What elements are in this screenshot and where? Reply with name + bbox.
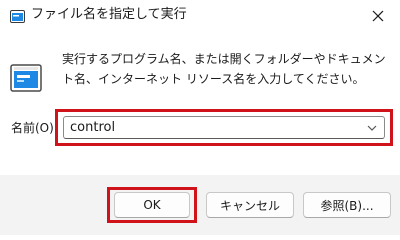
run-program-icon	[10, 62, 42, 94]
open-input[interactable]	[70, 120, 360, 136]
close-icon	[372, 10, 384, 22]
open-combobox[interactable]	[63, 116, 385, 139]
button-bar: OK キャンセル 参照(B)...	[0, 175, 400, 235]
run-dialog: ファイル名を指定して実行 実行するプログラム名、または開くフォルダーやドキュメン…	[0, 0, 400, 235]
open-label: 名前(O):	[11, 121, 58, 135]
browse-button[interactable]: 参照(B)...	[303, 192, 391, 218]
ok-highlight-box: OK	[107, 187, 197, 223]
title-bar: ファイル名を指定して実行	[0, 0, 400, 32]
ok-button[interactable]: OK	[114, 192, 190, 218]
cancel-button[interactable]: キャンセル	[206, 192, 294, 218]
input-highlight-box	[55, 109, 393, 146]
window-title: ファイル名を指定して実行	[31, 7, 187, 22]
dialog-body: 実行するプログラム名、または開くフォルダーやドキュメント名、インターネット リソ…	[0, 32, 400, 175]
run-app-icon	[10, 8, 25, 23]
instruction-text: 実行するプログラム名、または開くフォルダーやドキュメント名、インターネット リソ…	[62, 52, 386, 86]
close-button[interactable]	[356, 0, 400, 32]
chevron-down-icon[interactable]	[364, 120, 380, 136]
